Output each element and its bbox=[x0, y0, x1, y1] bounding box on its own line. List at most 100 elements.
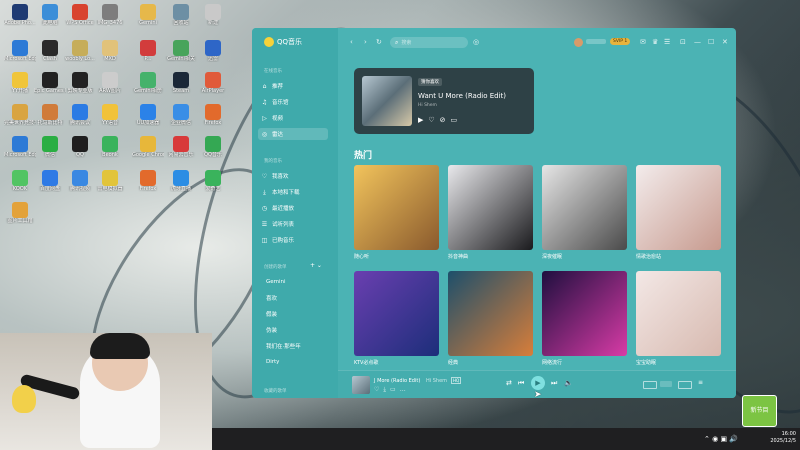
desktop-icon[interactable]: 虎牙直播 bbox=[165, 170, 197, 192]
playlist-cover[interactable] bbox=[354, 165, 439, 250]
sidebar-item-3[interactable]: ◎ 雷达 bbox=[258, 128, 328, 140]
sidebar-item-0[interactable]: ♡ 我喜欢 bbox=[258, 170, 328, 182]
more-icon[interactable]: … bbox=[400, 386, 410, 393]
playlist-cover[interactable] bbox=[542, 165, 627, 250]
playlist-cover[interactable] bbox=[636, 165, 721, 250]
desktop-icon[interactable]: Gemini相册 bbox=[132, 72, 164, 94]
search-box[interactable]: ⌕ 搜索 bbox=[390, 37, 468, 48]
album-cover[interactable] bbox=[362, 76, 412, 126]
forward-icon[interactable]: › bbox=[364, 38, 367, 46]
desktop-icon[interactable]: Clash bbox=[34, 40, 66, 62]
desktop-icon[interactable]: 企业微信 bbox=[165, 104, 197, 126]
playlist-cover[interactable] bbox=[448, 271, 533, 356]
card-artist[interactable]: Hi Shem bbox=[418, 103, 437, 108]
desktop-icon[interactable]: WPS Office bbox=[64, 4, 96, 26]
sidebar-item-4[interactable]: ◫ 已购音乐 bbox=[258, 234, 328, 246]
quality-badge[interactable]: HQ bbox=[451, 377, 462, 384]
volume-icon[interactable]: 🔈 bbox=[564, 379, 573, 387]
playlist-caption[interactable]: KTV必点歌 bbox=[354, 359, 378, 366]
playlist-item[interactable]: 假装 bbox=[258, 308, 328, 320]
play-mode-icon[interactable]: ⇄ bbox=[506, 379, 512, 387]
desktop-icon[interactable]: 迅雷 bbox=[197, 40, 229, 62]
desktop-icon[interactable]: Firefox bbox=[132, 170, 164, 192]
taskbar-clock[interactable]: 16:00 2025/12/5 bbox=[770, 431, 796, 445]
listen-together-toggle[interactable] bbox=[678, 381, 692, 389]
playlist-caption[interactable]: 抖音神曲 bbox=[448, 253, 468, 260]
desktop-icon[interactable]: ARW图片 bbox=[94, 72, 126, 94]
playlist-caption[interactable]: 网络流行 bbox=[542, 359, 562, 366]
play-pause-button[interactable]: ▶ bbox=[531, 376, 545, 390]
desktop-icon[interactable]: QQ bbox=[64, 136, 96, 158]
next-icon[interactable]: ⏭ bbox=[551, 379, 557, 388]
desktop-icon[interactable]: Microsoft Edge bbox=[4, 40, 36, 62]
playlist-cover[interactable] bbox=[636, 271, 721, 356]
sidebar-item-3[interactable]: ☰ 试听列表 bbox=[258, 218, 328, 230]
desktop-icon[interactable]: IMG_3476 bbox=[94, 4, 126, 26]
desktop-icon[interactable]: Gemini bbox=[132, 4, 164, 26]
back-icon[interactable]: ‹ bbox=[350, 38, 353, 46]
playlist-item[interactable]: 我们在·那些年 bbox=[258, 340, 328, 352]
desktop-icon[interactable]: Firefox bbox=[197, 104, 229, 126]
playlist-cover[interactable] bbox=[542, 271, 627, 356]
desktop-icon[interactable]: Epic Games Launcher bbox=[34, 72, 66, 94]
desktop-icon[interactable]: Gemini相关 bbox=[165, 40, 197, 62]
desktop-icon[interactable]: 托马斯比特 bbox=[34, 104, 66, 126]
minimize-icon[interactable]: — bbox=[694, 38, 701, 46]
desktop-icon[interactable]: 图片工具箱 bbox=[4, 202, 36, 224]
vip-badge[interactable]: SVIP 1 bbox=[610, 38, 631, 45]
close-icon[interactable]: ✕ bbox=[722, 38, 728, 46]
desktop-icon[interactable]: 完美世界竞技平台 bbox=[4, 104, 36, 126]
like-icon[interactable]: ♡ bbox=[428, 116, 439, 124]
desktop-icon[interactable]: P... bbox=[132, 40, 164, 62]
desktop-icon[interactable]: 爱奇艺 bbox=[197, 170, 229, 192]
comment-icon[interactable]: ▭ bbox=[390, 386, 400, 393]
sidebar-item-0[interactable]: ⌂ 推荐 bbox=[258, 80, 328, 92]
avatar[interactable] bbox=[574, 38, 583, 47]
tray-icons[interactable]: ⌃ ◉ ▣ 🔊 bbox=[704, 435, 738, 443]
playlist-cover[interactable] bbox=[354, 271, 439, 356]
prev-icon[interactable]: ⏮ bbox=[518, 379, 524, 388]
sidebar-item-1[interactable]: ♫ 音乐馆 bbox=[258, 96, 328, 108]
playlist-item[interactable]: 喜欢 bbox=[258, 292, 328, 304]
playlist-caption[interactable]: 经典 bbox=[448, 359, 458, 366]
shirt-icon[interactable]: ♛ bbox=[652, 38, 658, 46]
card-song-title[interactable]: Want U More (Radio Edit) bbox=[418, 92, 506, 100]
desktop-icon[interactable]: 剪映专业版 bbox=[64, 72, 96, 94]
desktop-icon[interactable]: 网易云音乐 bbox=[165, 136, 197, 158]
desktop-icon[interactable]: 新建 bbox=[197, 4, 229, 26]
player-title[interactable]: J More (Radio Edit) bbox=[374, 378, 420, 384]
mic-icon[interactable]: ◎ bbox=[473, 38, 479, 46]
desktop-icon[interactable]: 雷电模拟器 bbox=[94, 170, 126, 192]
desktop-icon[interactable]: 百度网盘 bbox=[34, 170, 66, 192]
desktop-icon[interactable]: Adobe Pho... bbox=[4, 4, 36, 26]
lyrics-toggle[interactable] bbox=[643, 381, 657, 389]
desktop-icon[interactable]: Microsoft Edge bbox=[4, 136, 36, 158]
desktop-icon[interactable]: 微信 bbox=[34, 136, 66, 158]
playlist-item[interactable]: Gemini bbox=[258, 276, 328, 288]
desktop-icon[interactable]: YY开播 bbox=[4, 72, 36, 94]
play-icon[interactable]: ▶ bbox=[418, 116, 428, 124]
settings-icon[interactable]: ☰ bbox=[664, 38, 670, 46]
desktop-icon[interactable]: YY语音 bbox=[94, 104, 126, 126]
desktop-icon[interactable]: Steam bbox=[165, 72, 197, 94]
player-artist[interactable]: Hi Shem bbox=[426, 378, 447, 384]
desktop-icon[interactable]: Google Chrome bbox=[132, 136, 164, 158]
playlist-queue-icon[interactable]: ≡ bbox=[698, 379, 703, 386]
desktop-icon[interactable]: 此电脑 bbox=[34, 4, 66, 26]
desktop-icon[interactable]: AirPlayer bbox=[197, 72, 229, 94]
maximize-icon[interactable]: ☐ bbox=[708, 38, 714, 46]
mail-icon[interactable]: ✉ bbox=[640, 38, 646, 46]
desktop-icon[interactable]: 腾讯会议 bbox=[64, 104, 96, 126]
desktop-icon[interactable]: woobly Lo... bbox=[64, 40, 96, 62]
playlist-caption[interactable]: 深夜催眠 bbox=[542, 253, 562, 260]
username[interactable] bbox=[586, 39, 606, 44]
playlist-caption[interactable]: 情歌治愈站 bbox=[636, 253, 661, 260]
sidebar-item-2[interactable]: ▷ 视频 bbox=[258, 112, 328, 124]
guess-you-like-card[interactable]: 猜你喜欢 Want U More (Radio Edit) Hi Shem ▶♡… bbox=[354, 68, 534, 134]
desktop-icon[interactable]: MXD bbox=[94, 40, 126, 62]
like-icon[interactable]: ♡ bbox=[374, 386, 383, 393]
desktop-icon[interactable]: 腾讯视频 bbox=[64, 170, 96, 192]
app-logo[interactable]: QQ音乐 bbox=[264, 37, 302, 47]
playlist-item[interactable]: 伪装 bbox=[258, 324, 328, 336]
desktop-icon[interactable]: KOOK bbox=[4, 170, 36, 192]
